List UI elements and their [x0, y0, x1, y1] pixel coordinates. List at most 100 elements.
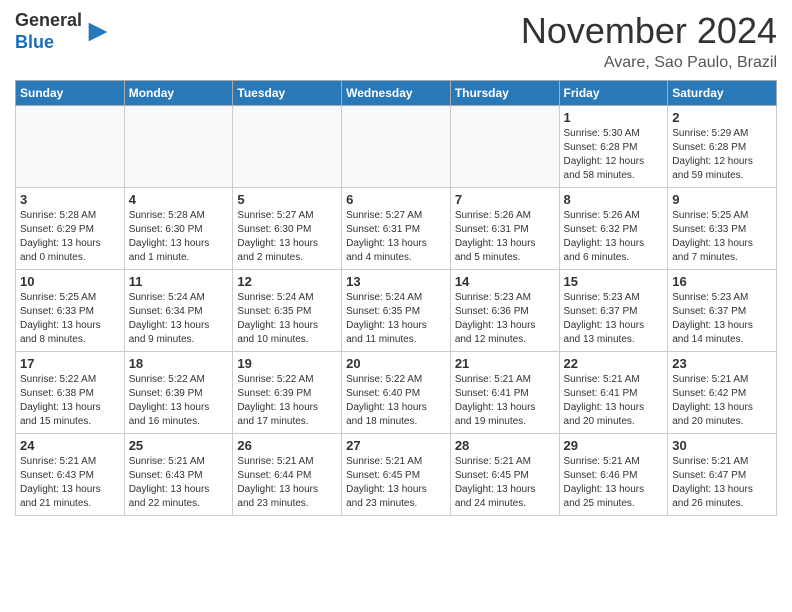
calendar-cell: 10 Sunrise: 5:25 AMSunset: 6:33 PMDayligh…	[16, 270, 125, 352]
day-info: Sunrise: 5:21 AMSunset: 6:44 PMDaylight:…	[237, 455, 337, 511]
day-number: 19	[237, 356, 337, 371]
calendar-cell: 12Sunrise: 5:24 AMSunset: 6:35 PMDayligh…	[233, 270, 342, 352]
calendar-cell	[342, 106, 451, 188]
calendar-week-row: 10 Sunrise: 5:25 AMSunset: 6:33 PMDayligh…	[16, 270, 777, 352]
header-friday: Friday	[559, 81, 668, 106]
day-number: 10	[20, 274, 120, 289]
calendar-week-row: 17 Sunrise: 5:22 AMSunset: 6:38 PMDayligh…	[16, 352, 777, 434]
logo-text: General Blue	[15, 10, 82, 53]
calendar-cell: 6Sunrise: 5:27 AMSunset: 6:31 PMDaylight…	[342, 188, 451, 270]
calendar-week-row: 1 Sunrise: 5:30 AMSunset: 6:28 PMDaylight…	[16, 106, 777, 188]
day-info: Sunrise: 5:21 AMSunset: 6:43 PMDaylight:…	[129, 455, 229, 511]
day-info: Sunrise: 5:24 AMSunset: 6:35 PMDaylight:…	[346, 291, 446, 347]
header-saturday: Saturday	[668, 81, 777, 106]
day-info: Sunrise: 5:21 AMSunset: 6:47 PMDaylight:…	[672, 455, 772, 511]
day-number: 28	[455, 438, 555, 453]
day-info: Sunrise: 5:26 AMSunset: 6:32 PMDaylight:…	[564, 209, 664, 265]
weekday-header-row: Sunday Monday Tuesday Wednesday Thursday…	[16, 81, 777, 106]
day-info: Sunrise: 5:21 AMSunset: 6:45 PMDaylight:…	[455, 455, 555, 511]
logo-blue: Blue	[15, 32, 54, 52]
calendar-cell: 27Sunrise: 5:21 AMSunset: 6:45 PMDayligh…	[342, 434, 451, 516]
calendar-cell: 21Sunrise: 5:21 AMSunset: 6:41 PMDayligh…	[450, 352, 559, 434]
day-info: Sunrise: 5:22 AMSunset: 6:40 PMDaylight:…	[346, 373, 446, 429]
location: Avare, Sao Paulo, Brazil	[521, 54, 777, 72]
day-number: 8	[564, 192, 664, 207]
calendar-cell: 16 Sunrise: 5:23 AMSunset: 6:37 PMDayligh…	[668, 270, 777, 352]
day-info: Sunrise: 5:21 AMSunset: 6:46 PMDaylight:…	[564, 455, 664, 511]
day-number: 25	[129, 438, 229, 453]
calendar-cell: 8 Sunrise: 5:26 AMSunset: 6:32 PMDaylight…	[559, 188, 668, 270]
month-title: November 2024	[521, 10, 777, 52]
logo: General Blue	[15, 10, 112, 53]
calendar-cell: 23 Sunrise: 5:21 AMSunset: 6:42 PMDayligh…	[668, 352, 777, 434]
calendar-cell: 28 Sunrise: 5:21 AMSunset: 6:45 PMDayligh…	[450, 434, 559, 516]
calendar-cell: 20 Sunrise: 5:22 AMSunset: 6:40 PMDayligh…	[342, 352, 451, 434]
day-info: Sunrise: 5:29 AMSunset: 6:28 PMDaylight:…	[672, 127, 772, 183]
calendar-cell: 2 Sunrise: 5:29 AMSunset: 6:28 PMDaylight…	[668, 106, 777, 188]
day-number: 30	[672, 438, 772, 453]
day-info: Sunrise: 5:25 AMSunset: 6:33 PMDaylight:…	[20, 291, 120, 347]
calendar-cell: 25 Sunrise: 5:21 AMSunset: 6:43 PMDayligh…	[124, 434, 233, 516]
page-header: General Blue November 2024 Avare, Sao Pa…	[15, 10, 777, 72]
day-number: 14	[455, 274, 555, 289]
header-tuesday: Tuesday	[233, 81, 342, 106]
day-number: 23	[672, 356, 772, 371]
day-info: Sunrise: 5:21 AMSunset: 6:42 PMDaylight:…	[672, 373, 772, 429]
day-number: 5	[237, 192, 337, 207]
day-info: Sunrise: 5:25 AMSunset: 6:33 PMDaylight:…	[672, 209, 772, 265]
day-number: 24	[20, 438, 120, 453]
day-info: Sunrise: 5:21 AMSunset: 6:41 PMDaylight:…	[564, 373, 664, 429]
day-info: Sunrise: 5:26 AMSunset: 6:31 PMDaylight:…	[455, 209, 555, 265]
day-number: 1	[564, 110, 664, 125]
day-info: Sunrise: 5:24 AMSunset: 6:34 PMDaylight:…	[129, 291, 229, 347]
day-number: 3	[20, 192, 120, 207]
header-thursday: Thursday	[450, 81, 559, 106]
day-number: 29	[564, 438, 664, 453]
day-info: Sunrise: 5:24 AMSunset: 6:35 PMDaylight:…	[237, 291, 337, 347]
day-number: 11	[129, 274, 229, 289]
calendar-cell: 11 Sunrise: 5:24 AMSunset: 6:34 PMDayligh…	[124, 270, 233, 352]
calendar-cell: 9 Sunrise: 5:25 AMSunset: 6:33 PMDaylight…	[668, 188, 777, 270]
day-number: 26	[237, 438, 337, 453]
calendar-cell: 29 Sunrise: 5:21 AMSunset: 6:46 PMDayligh…	[559, 434, 668, 516]
day-number: 27	[346, 438, 446, 453]
day-info: Sunrise: 5:23 AMSunset: 6:37 PMDaylight:…	[672, 291, 772, 347]
day-info: Sunrise: 5:28 AMSunset: 6:29 PMDaylight:…	[20, 209, 120, 265]
day-info: Sunrise: 5:22 AMSunset: 6:38 PMDaylight:…	[20, 373, 120, 429]
logo-general: General	[15, 10, 82, 30]
header-sunday: Sunday	[16, 81, 125, 106]
calendar-cell: 26 Sunrise: 5:21 AMSunset: 6:44 PMDayligh…	[233, 434, 342, 516]
calendar-cell: 7 Sunrise: 5:26 AMSunset: 6:31 PMDaylight…	[450, 188, 559, 270]
day-number: 13	[346, 274, 446, 289]
calendar-week-row: 3 Sunrise: 5:28 AMSunset: 6:29 PMDaylight…	[16, 188, 777, 270]
calendar-cell	[16, 106, 125, 188]
day-number: 15	[564, 274, 664, 289]
day-number: 7	[455, 192, 555, 207]
calendar-cell: 1 Sunrise: 5:30 AMSunset: 6:28 PMDaylight…	[559, 106, 668, 188]
day-number: 22	[564, 356, 664, 371]
day-info: Sunrise: 5:28 AMSunset: 6:30 PMDaylight:…	[129, 209, 229, 265]
day-info: Sunrise: 5:22 AMSunset: 6:39 PMDaylight:…	[129, 373, 229, 429]
page-container: General Blue November 2024 Avare, Sao Pa…	[0, 0, 792, 526]
day-info: Sunrise: 5:23 AMSunset: 6:37 PMDaylight:…	[564, 291, 664, 347]
calendar-cell: 18 Sunrise: 5:22 AMSunset: 6:39 PMDayligh…	[124, 352, 233, 434]
day-info: Sunrise: 5:21 AMSunset: 6:41 PMDaylight:…	[455, 373, 555, 429]
day-number: 2	[672, 110, 772, 125]
day-number: 9	[672, 192, 772, 207]
day-info: Sunrise: 5:27 AMSunset: 6:30 PMDaylight:…	[237, 209, 337, 265]
calendar-body: 1 Sunrise: 5:30 AMSunset: 6:28 PMDaylight…	[16, 106, 777, 516]
calendar-cell: 13 Sunrise: 5:24 AMSunset: 6:35 PMDayligh…	[342, 270, 451, 352]
day-number: 4	[129, 192, 229, 207]
calendar-cell	[124, 106, 233, 188]
day-number: 16	[672, 274, 772, 289]
calendar-cell: 19Sunrise: 5:22 AMSunset: 6:39 PMDayligh…	[233, 352, 342, 434]
day-number: 6	[346, 192, 446, 207]
calendar-cell: 5 Sunrise: 5:27 AMSunset: 6:30 PMDaylight…	[233, 188, 342, 270]
day-number: 17	[20, 356, 120, 371]
day-info: Sunrise: 5:30 AMSunset: 6:28 PMDaylight:…	[564, 127, 664, 183]
calendar-cell: 22 Sunrise: 5:21 AMSunset: 6:41 PMDayligh…	[559, 352, 668, 434]
calendar-week-row: 24 Sunrise: 5:21 AMSunset: 6:43 PMDayligh…	[16, 434, 777, 516]
day-number: 18	[129, 356, 229, 371]
calendar-cell	[233, 106, 342, 188]
day-number: 20	[346, 356, 446, 371]
